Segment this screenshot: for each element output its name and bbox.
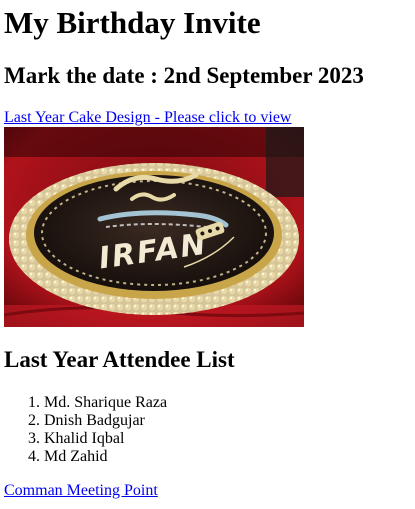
date-heading: Mark the date : 2nd September 2023	[4, 63, 364, 88]
page-title: My Birthday Invite	[4, 5, 261, 40]
attendee-item: Md Zahid	[44, 448, 167, 466]
attendee-item: Dnish Badgujar	[44, 412, 167, 430]
attendee-item: Khalid Iqbal	[44, 430, 167, 448]
meeting-point-link[interactable]: Comman Meeting Point	[4, 482, 158, 500]
attendee-list: Md. Sharique Raza Dnish Badgujar Khalid …	[4, 394, 167, 466]
cake-photo[interactable]: IRFAN	[4, 127, 304, 327]
attendee-item: Md. Sharique Raza	[44, 394, 167, 412]
cake-design-link[interactable]: Last Year Cake Design - Please click to …	[4, 109, 291, 127]
attendee-heading: Last Year Attendee List	[4, 347, 235, 372]
